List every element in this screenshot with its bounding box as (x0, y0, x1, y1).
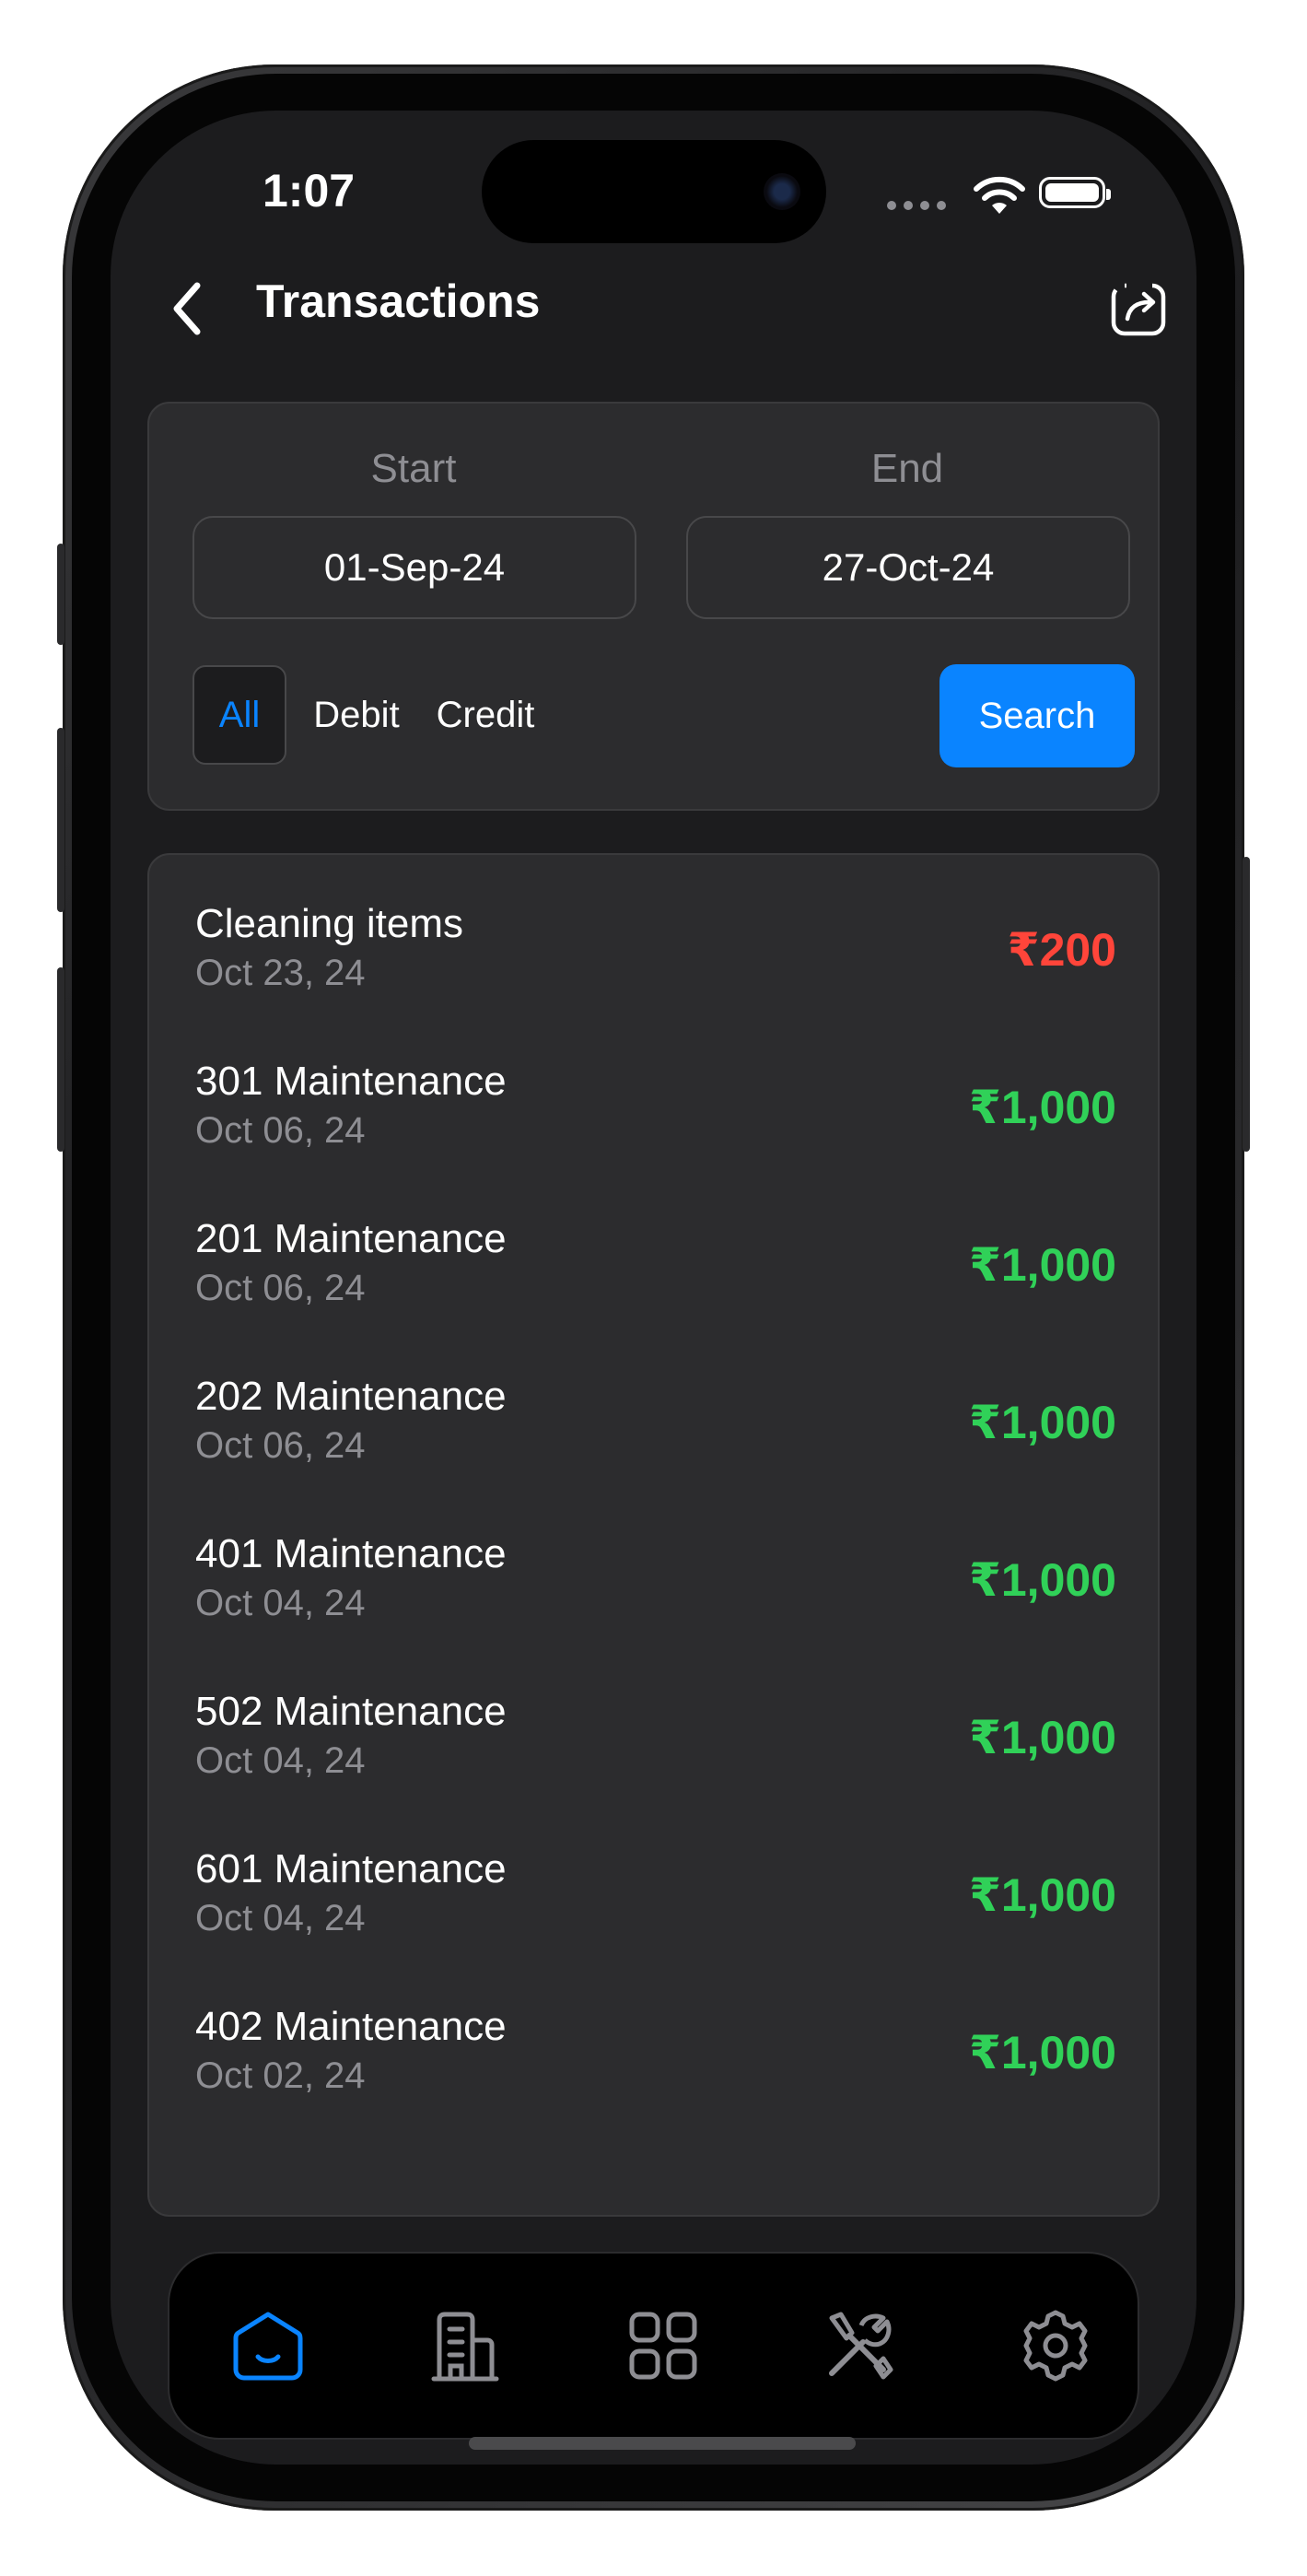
transaction-title: 402 Maintenance (195, 2004, 507, 2049)
transaction-date: Oct 02, 24 (195, 2055, 366, 2096)
filter-debit-tab[interactable]: Debit (306, 665, 407, 765)
home-icon[interactable] (228, 2305, 309, 2386)
wifi-icon (974, 176, 1025, 214)
transaction-date: Oct 23, 24 (195, 953, 366, 993)
list-item[interactable]: 401 Maintenance Oct 04, 24 ₹1,000 (195, 1531, 1116, 1669)
list-item[interactable]: Cleaning items Oct 23, 24 ₹200 (195, 901, 1116, 1039)
transaction-amount: ₹1,000 (969, 1082, 1116, 1133)
transaction-date: Oct 04, 24 (195, 1740, 366, 1781)
volume-down-button (57, 967, 64, 1152)
transaction-title: 601 Maintenance (195, 1846, 507, 1891)
transactions-list: Cleaning items Oct 23, 24 ₹200 301 Maint… (147, 853, 1160, 2217)
transaction-title: Cleaning items (195, 901, 464, 946)
transaction-title: 401 Maintenance (195, 1531, 507, 1576)
transaction-date: Oct 06, 24 (195, 1268, 366, 1308)
transaction-date: Oct 06, 24 (195, 1425, 366, 1466)
transaction-title: 301 Maintenance (195, 1059, 507, 1104)
search-button[interactable]: Search (939, 664, 1135, 767)
transaction-amount: ₹1,000 (969, 1239, 1116, 1291)
transaction-amount: ₹1,000 (969, 1869, 1116, 1921)
filter-credit-tab[interactable]: Credit (421, 665, 550, 765)
front-camera (764, 173, 800, 210)
end-label: End (870, 446, 944, 491)
home-indicator[interactable] (469, 2437, 856, 2450)
transaction-date: Oct 06, 24 (195, 1110, 366, 1151)
tools-icon[interactable] (819, 2305, 900, 2386)
battery-icon (1039, 177, 1111, 208)
transaction-title: 202 Maintenance (195, 1374, 507, 1419)
transaction-date: Oct 04, 24 (195, 1583, 366, 1623)
list-item[interactable]: 202 Maintenance Oct 06, 24 ₹1,000 (195, 1374, 1116, 1512)
grid-icon[interactable] (623, 2305, 704, 2386)
list-item[interactable]: 402 Maintenance Oct 02, 24 ₹1,000 (195, 2004, 1116, 2142)
dynamic-island (482, 140, 826, 243)
date-filter-card: Start End 01-Sep-24 27-Oct-24 All Debit … (147, 402, 1160, 811)
tab-bar (168, 2252, 1139, 2440)
filter-all-tab[interactable]: All (193, 665, 286, 765)
transaction-amount: ₹1,000 (969, 2027, 1116, 2078)
screen: 1:07 Transactions Start End 01-Sep-24 27… (111, 111, 1196, 2465)
transaction-date: Oct 04, 24 (195, 1898, 366, 1938)
transaction-title: 502 Maintenance (195, 1689, 507, 1734)
list-item[interactable]: 502 Maintenance Oct 04, 24 ₹1,000 (195, 1689, 1116, 1827)
back-button[interactable] (164, 276, 210, 341)
action-button (57, 544, 64, 645)
cellular-signal-icon (887, 201, 946, 210)
transaction-amount: ₹1,000 (969, 1397, 1116, 1448)
list-item[interactable]: 201 Maintenance Oct 06, 24 ₹1,000 (195, 1216, 1116, 1354)
end-date-field[interactable]: 27-Oct-24 (686, 516, 1130, 619)
share-icon[interactable] (1109, 278, 1170, 339)
power-button (1243, 857, 1250, 1152)
transaction-title: 201 Maintenance (195, 1216, 507, 1261)
page-title: Transactions (256, 275, 541, 327)
transaction-amount: ₹1,000 (969, 1712, 1116, 1763)
list-item[interactable]: 301 Maintenance Oct 06, 24 ₹1,000 (195, 1059, 1116, 1197)
start-label: Start (370, 446, 457, 491)
transaction-amount: ₹200 (1007, 924, 1116, 976)
status-time: 1:07 (263, 165, 356, 217)
volume-up-button (57, 728, 64, 912)
transaction-amount: ₹1,000 (969, 1554, 1116, 1606)
building-icon[interactable] (425, 2305, 506, 2386)
settings-icon[interactable] (1015, 2305, 1096, 2386)
list-item[interactable]: 601 Maintenance Oct 04, 24 ₹1,000 (195, 1846, 1116, 1985)
start-date-field[interactable]: 01-Sep-24 (193, 516, 636, 619)
